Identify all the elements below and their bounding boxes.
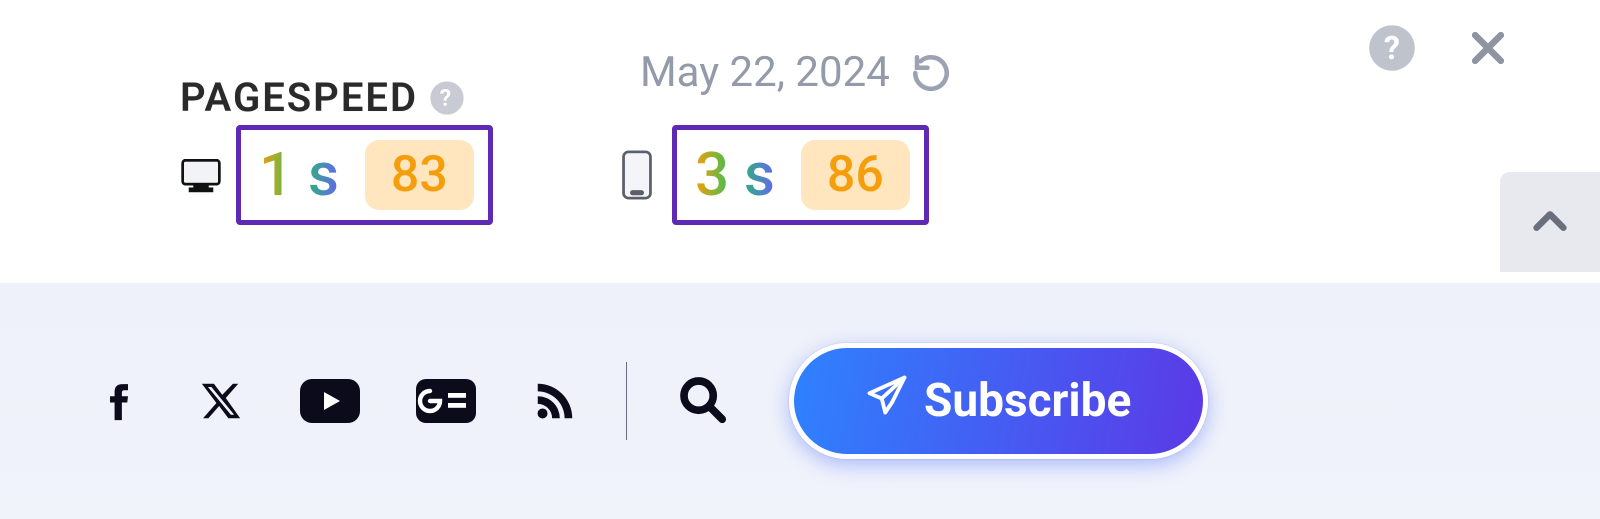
rss-icon[interactable]: [532, 378, 578, 424]
mobile-metric: 3 s 86: [614, 125, 929, 225]
paper-plane-icon: [866, 374, 908, 428]
scroll-to-top-button[interactable]: [1500, 172, 1600, 272]
svg-text:?: ?: [1384, 29, 1400, 67]
desktop-load-time: 1 s: [259, 145, 339, 205]
desktop-icon: [178, 152, 224, 198]
desktop-metric: 1 s 83: [178, 125, 493, 225]
close-icon[interactable]: [1466, 26, 1510, 74]
refresh-icon[interactable]: [910, 52, 952, 94]
last-updated: May 22, 2024: [640, 48, 952, 97]
panel-controls: ?: [1366, 22, 1510, 78]
divider: [626, 362, 627, 440]
mobile-icon: [614, 152, 660, 198]
google-news-icon[interactable]: [416, 378, 476, 424]
facebook-icon[interactable]: [96, 378, 142, 424]
mobile-load-time: 3 s: [695, 145, 775, 205]
pagespeed-heading-text: PAGESPEED: [180, 74, 418, 121]
last-updated-text: May 22, 2024: [640, 48, 890, 97]
mobile-score: 86: [801, 140, 910, 210]
pagespeed-panel: PAGESPEED ? May 22, 2024 1 s 83 3 s 86 ?: [0, 0, 1600, 283]
subscribe-button[interactable]: Subscribe: [789, 343, 1208, 459]
subscribe-label: Subscribe: [924, 374, 1131, 428]
search-icon[interactable]: [675, 372, 729, 430]
mobile-metric-box[interactable]: 3 s 86: [672, 125, 929, 225]
svg-text:?: ?: [440, 83, 455, 111]
help-icon[interactable]: ?: [1366, 22, 1418, 78]
help-icon[interactable]: ?: [428, 79, 466, 117]
desktop-score: 83: [365, 140, 474, 210]
x-twitter-icon[interactable]: [198, 378, 244, 424]
youtube-icon[interactable]: [300, 378, 360, 424]
page-footer: Subscribe: [0, 283, 1600, 519]
pagespeed-heading: PAGESPEED ?: [180, 74, 466, 121]
desktop-metric-box[interactable]: 1 s 83: [236, 125, 493, 225]
social-links: [96, 378, 578, 424]
